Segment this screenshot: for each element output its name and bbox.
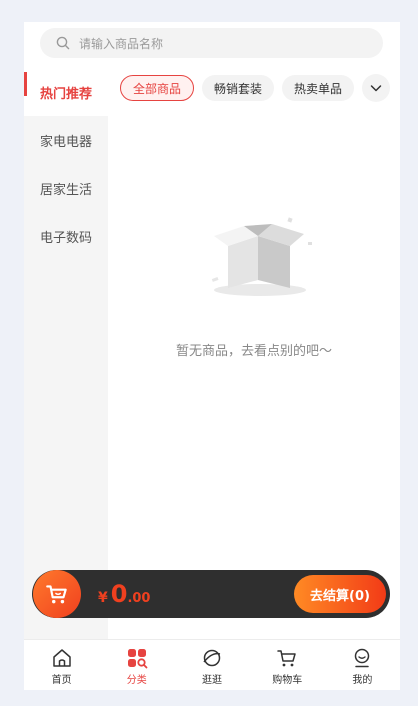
chevron-down-icon [370, 85, 382, 92]
more-filters-button[interactable] [362, 74, 391, 102]
price-decimal: .00 [127, 591, 151, 606]
tab-category[interactable]: 分类 [99, 640, 174, 690]
price-integer: 0 [110, 580, 128, 608]
user-icon [355, 648, 370, 668]
tab-explore[interactable]: 逛逛 [174, 640, 249, 690]
cart-button[interactable] [33, 570, 81, 618]
cart-icon [277, 650, 296, 667]
chip-hot-items[interactable]: 热卖单品 [282, 75, 355, 101]
tab-label: 逛逛 [202, 675, 222, 686]
sidebar-item-label: 家电电器 [40, 134, 93, 150]
cart-bar: ¥ 0 .00 去结算(0) [32, 570, 390, 618]
tab-home[interactable]: 首页 [24, 640, 99, 690]
empty-message: 暂无商品，去看点别的吧～ [175, 344, 332, 359]
sidebar-item-appliances[interactable]: 家电电器 [24, 116, 108, 164]
sidebar-item-label: 电子数码 [40, 230, 93, 246]
chip-bestseller-sets[interactable]: 畅销套装 [202, 75, 275, 101]
currency-symbol: ¥ [98, 590, 108, 606]
chip-all-products[interactable]: 全部商品 [120, 75, 195, 101]
planet-icon [203, 649, 221, 667]
bottom-tab-bar: 首页 分类 逛逛 购物车 我的 [24, 639, 400, 690]
tab-profile[interactable]: 我的 [325, 640, 400, 690]
tab-label: 我的 [352, 675, 373, 686]
empty-box-illustration [211, 217, 312, 296]
sidebar-item-digital[interactable]: 电子数码 [24, 212, 108, 260]
search-placeholder: 请输入商品名称 [79, 36, 164, 51]
tab-label: 分类 [126, 675, 147, 686]
search-icon [56, 36, 70, 50]
search-bar[interactable]: 请输入商品名称 [40, 28, 383, 58]
cart-icon [46, 585, 67, 604]
sidebar-item-label: 居家生活 [40, 182, 93, 198]
tab-label: 购物车 [272, 675, 303, 686]
category-icon [127, 649, 148, 669]
total-price: ¥ 0 .00 [98, 580, 150, 608]
filter-chips: 全部商品 畅销套装 热卖单品 [120, 74, 400, 102]
sidebar-item-label: 热门推荐 [40, 86, 93, 102]
tab-cart[interactable]: 购物车 [250, 640, 325, 690]
checkout-button[interactable]: 去结算(0) [294, 575, 386, 613]
app-screen: 请输入商品名称 热门推荐 家电电器 居家生活 电子数码 全部商品 畅销套装 热卖… [24, 22, 400, 690]
home-icon [52, 649, 71, 667]
sidebar-item-hot[interactable]: 热门推荐 [24, 68, 108, 116]
tab-label: 首页 [51, 675, 72, 686]
sidebar-item-home-living[interactable]: 居家生活 [24, 164, 108, 212]
category-sidebar: 热门推荐 家电电器 居家生活 电子数码 [24, 68, 108, 640]
